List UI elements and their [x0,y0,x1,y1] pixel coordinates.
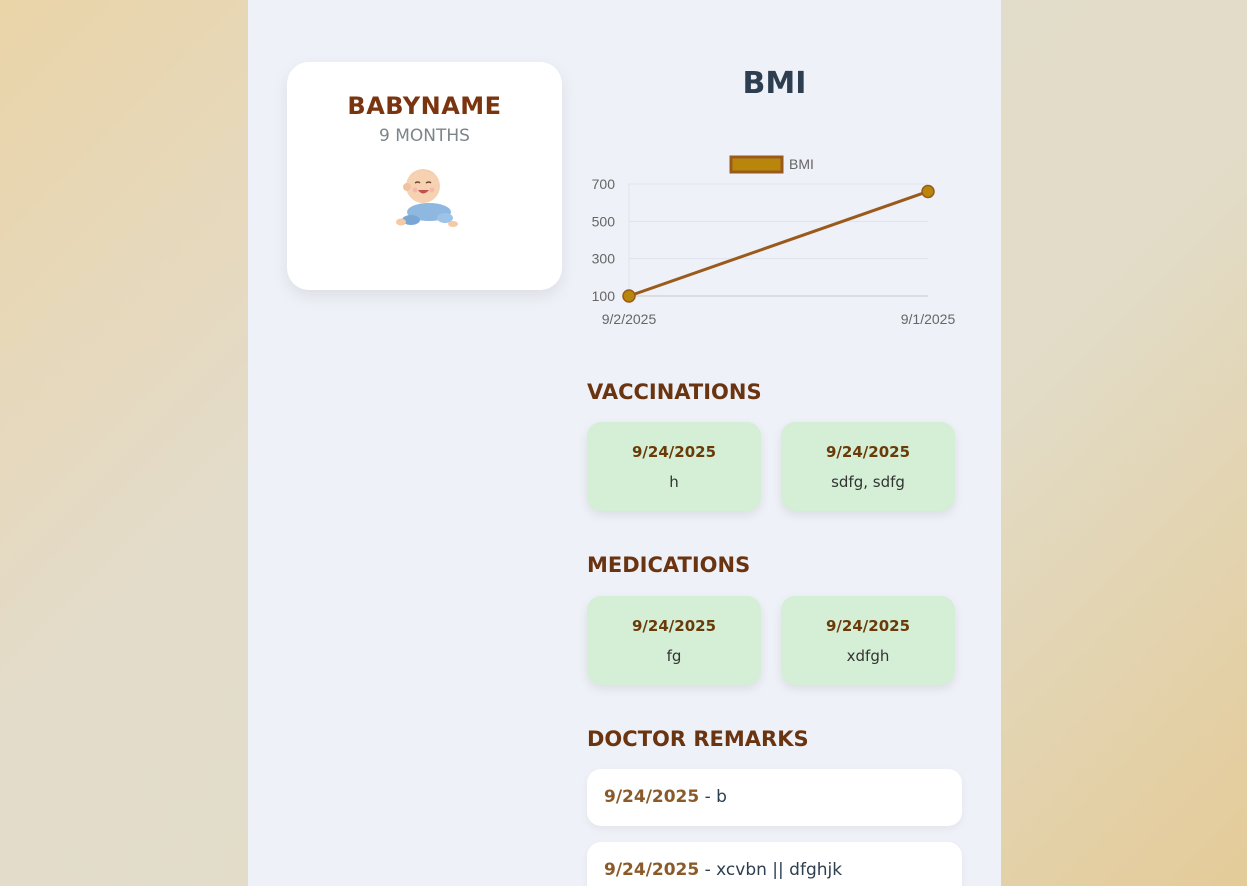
x-tick-label: 9/1/2025 [901,311,956,327]
baby-name: BABYNAME [347,92,502,120]
vaccination-date: 9/24/2025 [631,443,717,461]
remark-separator: - [699,860,717,880]
baby-age: 9 MONTHS [379,126,470,146]
vaccination-date: 9/24/2025 [825,443,911,461]
vaccination-card: 9/24/2025 h [587,422,761,511]
bmi-data-point [921,184,935,199]
vaccination-name: sdfg, sdfg [831,473,905,491]
medication-date: 9/24/2025 [631,617,717,635]
remark-item: 9/24/2025 - b [587,769,962,826]
medications-list: 9/24/2025 fg 9/24/2025 xdfgh [587,596,955,685]
bmi-chart: 100 300 500 700 9/2/2025 9/1/2025 BMI [592,155,956,327]
medication-date: 9/24/2025 [825,617,911,635]
x-tick-label: 9/2/2025 [602,311,657,327]
y-tick-label: 300 [592,251,616,267]
medication-card: 9/24/2025 xdfgh [781,596,955,685]
y-tick-label: 700 [592,176,616,192]
medication-card: 9/24/2025 fg [587,596,761,685]
bmi-title: BMI [742,66,807,101]
remark-text: xcvbn || dfghjk [716,860,843,880]
profile-card: BABYNAME 9 MONTHS [287,62,562,290]
vaccinations-list: 9/24/2025 h 9/24/2025 sdfg, sdfg [587,422,955,511]
legend-swatch [729,155,784,174]
medication-name: xdfgh [846,647,890,665]
baby-avatar [395,169,458,227]
medication-name: fg [666,647,682,665]
medications-title: MEDICATIONS [587,553,751,577]
vaccination-name: h [669,473,679,491]
bmi-data-point [622,289,636,303]
y-tick-label: 100 [592,288,616,304]
y-tick-label: 500 [592,213,616,229]
remark-item: 9/24/2025 - xcvbn || dfghjk [587,842,962,886]
vaccinations-title: VACCINATIONS [587,380,762,404]
vaccination-card: 9/24/2025 sdfg, sdfg [781,422,955,511]
dashboard-page: BABYNAME 9 MONTHS BMI 100 300 500 700 9/2/20… [248,0,1001,886]
legend-label: BMI [789,156,814,172]
remark-separator: - [699,787,717,807]
bmi-series-line [628,190,929,298]
remark-date: 9/24/2025 [604,787,700,807]
doctor-remarks-title: DOCTOR REMARKS [587,727,809,751]
remark-date: 9/24/2025 [604,860,700,880]
remark-text: b [716,787,727,807]
